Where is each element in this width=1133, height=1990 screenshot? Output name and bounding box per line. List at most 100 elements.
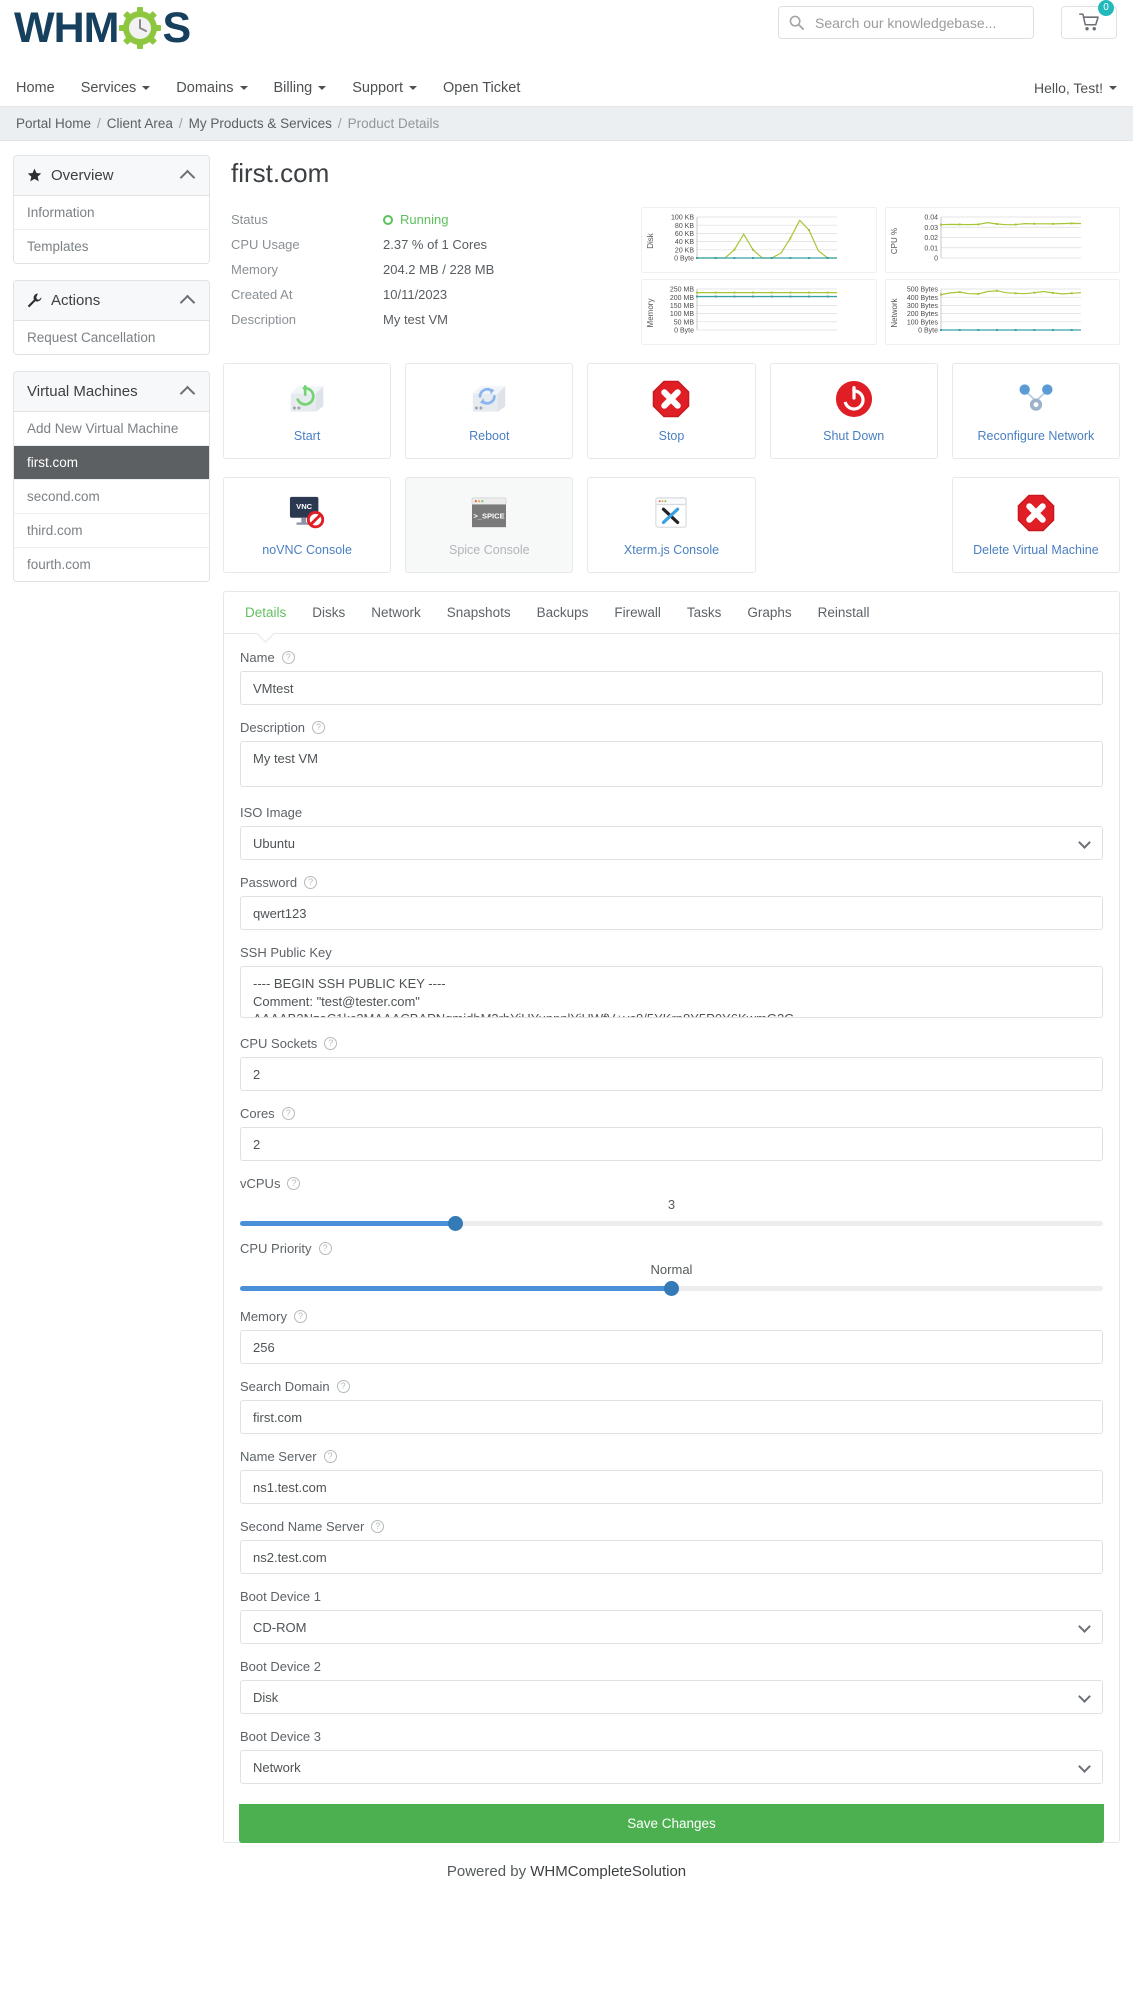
- help-icon[interactable]: ?: [336, 1380, 350, 1393]
- tile-reboot[interactable]: Reboot: [405, 363, 574, 459]
- tile-start[interactable]: Start: [223, 363, 392, 459]
- account-menu[interactable]: Hello, Test!: [1034, 80, 1117, 96]
- star-icon: [27, 168, 42, 183]
- tab-details[interactable]: Details: [232, 592, 299, 633]
- search-input[interactable]: [813, 13, 1023, 32]
- ssh-public-key-textarea[interactable]: ---- BEGIN SSH PUBLIC KEY ---- Comment: …: [240, 966, 1103, 1018]
- boot-device-2-select[interactable]: [240, 1680, 1103, 1714]
- password-input[interactable]: [240, 896, 1103, 930]
- tile-stop[interactable]: Stop: [587, 363, 756, 459]
- sidebar-panel-overview-header[interactable]: Overview: [14, 156, 209, 196]
- tab-reinstall[interactable]: Reinstall: [805, 592, 883, 633]
- tab-tasks[interactable]: Tasks: [674, 592, 735, 633]
- boot-device-2-select-wrap: [240, 1680, 1103, 1714]
- name-server-input[interactable]: [240, 1470, 1103, 1504]
- vm-action-tiles-row2: VNC noVNC Console >_SPICE Spice Console …: [223, 477, 1120, 573]
- sidebar-panel-vm-header[interactable]: Virtual Machines: [14, 372, 209, 412]
- svg-text:500 Bytes: 500 Bytes: [906, 287, 938, 294]
- sidebar-item-second-com[interactable]: second.com: [14, 480, 209, 514]
- cpu-priority-slider[interactable]: [240, 1281, 1103, 1296]
- sidebar-item-add-new-vm[interactable]: Add New Virtual Machine: [14, 412, 209, 446]
- nav-item-support[interactable]: Support: [352, 80, 417, 96]
- svg-text:Disk: Disk: [646, 232, 655, 249]
- description-textarea[interactable]: My test VM: [240, 741, 1103, 787]
- nav-item-services[interactable]: Services: [81, 80, 151, 96]
- breadcrumb-client-area[interactable]: Client Area: [107, 116, 173, 131]
- memory-input[interactable]: [240, 1330, 1103, 1364]
- breadcrumb-my-products[interactable]: My Products & Services: [189, 116, 332, 131]
- tile-reconfigure-network[interactable]: Reconfigure Network: [951, 363, 1120, 459]
- tab-backups[interactable]: Backups: [524, 592, 602, 633]
- cpu-sockets-input[interactable]: [240, 1057, 1103, 1091]
- help-icon[interactable]: ?: [304, 876, 318, 889]
- vcpus-slider-knob[interactable]: [448, 1216, 464, 1231]
- field-cores: Cores?: [240, 1106, 1103, 1161]
- vcpus-slider[interactable]: [240, 1216, 1103, 1231]
- sidebar-item-third-com[interactable]: third.com: [14, 514, 209, 548]
- search-domain-input[interactable]: [240, 1400, 1103, 1434]
- sidebar-item-templates[interactable]: Templates: [14, 230, 209, 263]
- help-icon[interactable]: ?: [281, 1107, 295, 1120]
- sidebar-item-request-cancellation[interactable]: Request Cancellation: [14, 321, 209, 354]
- nav-item-open-ticket[interactable]: Open Ticket: [443, 80, 520, 96]
- help-icon[interactable]: ?: [323, 1450, 337, 1463]
- nav-item-billing[interactable]: Billing: [274, 80, 327, 96]
- label-text: Memory: [240, 1309, 287, 1324]
- save-changes-button[interactable]: Save Changes: [239, 1804, 1104, 1843]
- iso-image-select[interactable]: [240, 826, 1103, 860]
- chevron-down-icon: [1109, 85, 1117, 90]
- gear-icon: [118, 6, 162, 50]
- help-icon[interactable]: ?: [312, 721, 326, 734]
- help-icon[interactable]: ?: [318, 1242, 332, 1255]
- tile-novnc-console[interactable]: VNC noVNC Console: [223, 477, 392, 573]
- field-label: CPU Sockets?: [240, 1036, 1103, 1051]
- svg-text:80 KB: 80 KB: [675, 223, 694, 230]
- search-bar[interactable]: [778, 6, 1034, 39]
- nav-item-domains[interactable]: Domains: [176, 80, 248, 96]
- sidebar: Overview Information Templates Actions R…: [13, 155, 210, 598]
- tab-firewall[interactable]: Firewall: [601, 592, 674, 633]
- sidebar-panel-actions-header[interactable]: Actions: [14, 281, 209, 321]
- help-icon[interactable]: ?: [371, 1520, 385, 1533]
- name-input[interactable]: [240, 671, 1103, 705]
- svg-text:0.04: 0.04: [924, 215, 938, 222]
- tile-delete-virtual-machine[interactable]: Delete Virtual Machine: [951, 477, 1120, 573]
- tab-disks[interactable]: Disks: [299, 592, 358, 633]
- boot-device-3-select[interactable]: [240, 1750, 1103, 1784]
- nav-label: Open Ticket: [443, 79, 521, 96]
- sidebar-item-information[interactable]: Information: [14, 196, 209, 230]
- tab-graphs[interactable]: Graphs: [734, 592, 804, 633]
- breadcrumb-portal-home[interactable]: Portal Home: [16, 116, 91, 131]
- tab-panel-details: Name? Description? My test VM ISO Image …: [224, 634, 1119, 1843]
- site-header: WHM S 0: [0, 0, 1133, 69]
- stat-label: CPU Usage: [231, 237, 300, 252]
- sidebar-item-first-com[interactable]: first.com: [14, 446, 209, 480]
- boot-device-1-select[interactable]: [240, 1610, 1103, 1644]
- chevron-up-icon: [179, 294, 196, 310]
- spice-terminal-icon: >_SPICE: [469, 491, 509, 535]
- cpu-priority-slider-knob[interactable]: [664, 1281, 679, 1296]
- sidebar-panel-actions: Actions Request Cancellation: [13, 280, 210, 355]
- tab-snapshots[interactable]: Snapshots: [434, 592, 524, 633]
- graph-memory: Memory 250 MB 200 MB 150 MB 100 MB 50 MB 0 Byt…: [641, 279, 877, 345]
- tab-network[interactable]: Network: [358, 592, 434, 633]
- tile-placeholder: [770, 477, 938, 573]
- sidebar-item-fourth-com[interactable]: fourth.com: [14, 548, 209, 581]
- svg-text:>_SPICE: >_SPICE: [474, 512, 505, 521]
- reboot-icon: [467, 377, 511, 421]
- tile-shut-down[interactable]: Shut Down: [769, 363, 938, 459]
- cart-button[interactable]: 0: [1061, 0, 1117, 39]
- help-icon[interactable]: ?: [287, 1177, 301, 1190]
- svg-text:200 Bytes: 200 Bytes: [906, 311, 938, 318]
- second-name-server-input[interactable]: [240, 1540, 1103, 1574]
- field-label: Second Name Server?: [240, 1519, 1103, 1534]
- nav-item-home[interactable]: Home: [16, 80, 55, 96]
- help-icon[interactable]: ?: [281, 651, 295, 664]
- tile-xtermjs-console[interactable]: Xterm.js Console: [587, 477, 756, 573]
- stat-label: Memory: [231, 262, 278, 277]
- cores-input[interactable]: [240, 1127, 1103, 1161]
- whmcs-logo[interactable]: WHM S: [14, 6, 191, 50]
- label-text: Password: [240, 875, 298, 890]
- help-icon[interactable]: ?: [293, 1310, 307, 1323]
- help-icon[interactable]: ?: [324, 1037, 338, 1050]
